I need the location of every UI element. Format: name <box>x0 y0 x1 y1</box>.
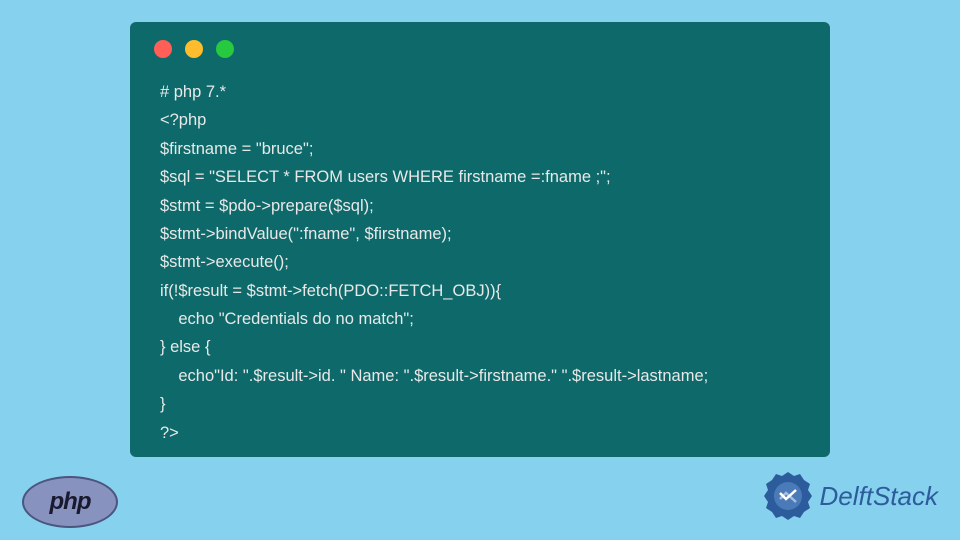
code-line: $stmt = $pdo->prepare($sql); <box>160 197 374 215</box>
code-line: echo"Id: ".$result->id. " Name: ".$resul… <box>160 367 708 385</box>
php-logo-ellipse: php <box>22 476 118 528</box>
code-line: # php 7.* <box>160 83 226 101</box>
delftstack-logo: DelftStack <box>762 470 939 522</box>
close-icon <box>154 40 172 58</box>
code-line: if(!$result = $stmt->fetch(PDO::FETCH_OB… <box>160 282 501 300</box>
code-line: echo "Credentials do no match"; <box>160 310 414 328</box>
code-line: $firstname = "bruce"; <box>160 140 313 158</box>
delftstack-text: DelftStack <box>820 481 939 512</box>
minimize-icon <box>185 40 203 58</box>
code-window: # php 7.* <?php $firstname = "bruce"; $s… <box>130 22 830 457</box>
code-line: } <box>160 395 166 413</box>
code-line: <?php <box>160 111 206 129</box>
code-line: ?> <box>160 424 179 442</box>
code-block: # php 7.* <?php $firstname = "bruce"; $s… <box>130 70 830 467</box>
maximize-icon <box>216 40 234 58</box>
window-controls <box>130 22 830 70</box>
code-line: $stmt->bindValue(":fname", $firstname); <box>160 225 452 243</box>
code-line: $stmt->execute(); <box>160 253 289 271</box>
code-line: $sql = "SELECT * FROM users WHERE firstn… <box>160 168 611 186</box>
php-logo: php <box>22 476 118 528</box>
php-logo-text: php <box>50 488 91 516</box>
delftstack-icon <box>762 470 814 522</box>
code-line: } else { <box>160 338 210 356</box>
